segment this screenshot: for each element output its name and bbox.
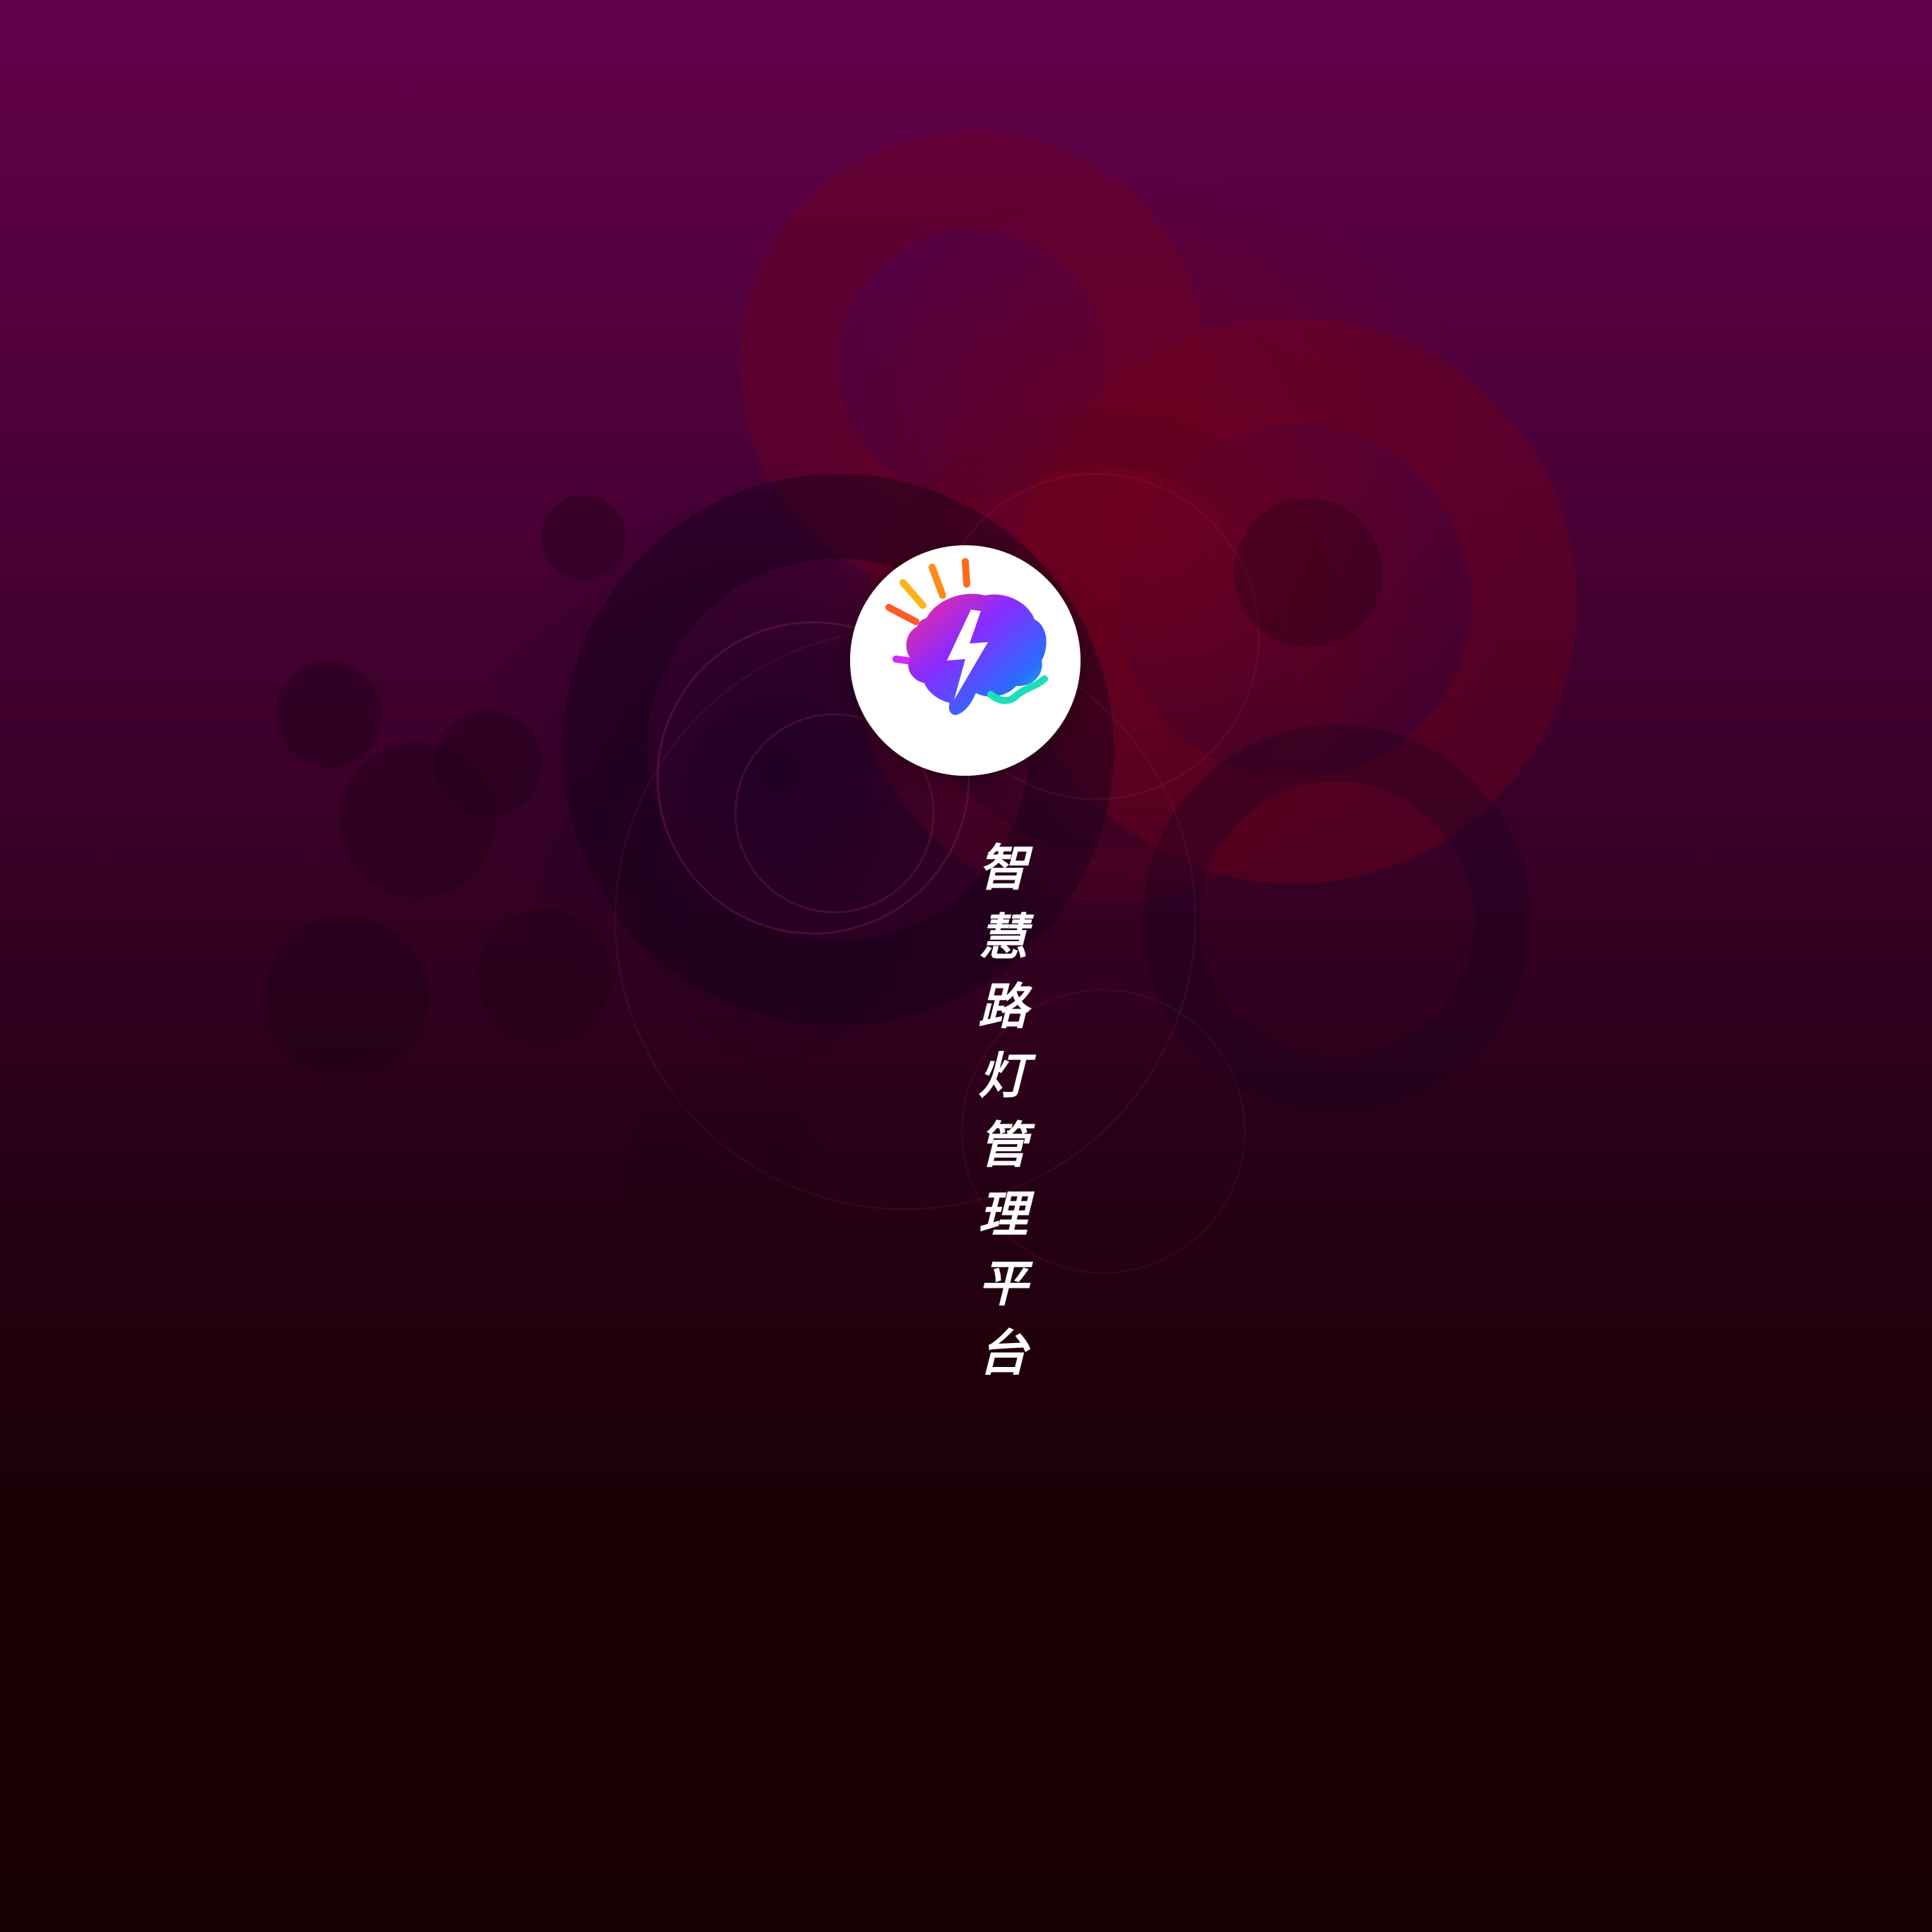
- app-title: 智慧路灯管理平台: [970, 842, 1029, 1396]
- brain-lightning-icon: [885, 558, 1048, 716]
- splash-screen: 智慧路灯管理平台: [0, 0, 1932, 1932]
- app-logo: [850, 545, 1081, 776]
